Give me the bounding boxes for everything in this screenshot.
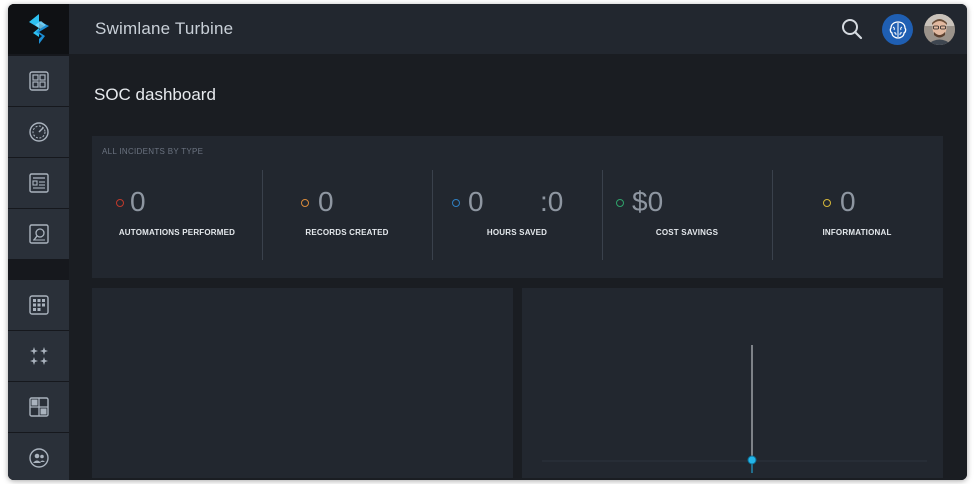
widget-panel-left: [92, 288, 513, 478]
stat-label: HOURS SAVED: [486, 228, 548, 237]
swimlane-logo-icon: [28, 14, 49, 44]
stat-value-secondary: :0: [540, 186, 564, 217]
user-avatar[interactable]: [924, 14, 955, 45]
stat-label: AUTOMATIONS PERFORMED: [118, 228, 236, 237]
apps-grid-icon: [28, 295, 49, 315]
users-icon: [28, 448, 49, 468]
sidebar-item-records[interactable]: [8, 158, 69, 208]
stat-records-created: 0 RECORDS CREATED: [262, 171, 432, 259]
sidebar-item-metrics[interactable]: [8, 107, 69, 157]
widget-panel-right: [522, 288, 943, 478]
stat-hours-saved: 0 :0 HOURS SAVED: [432, 171, 602, 259]
chart-area: [542, 345, 927, 473]
stat-value: 0: [840, 186, 856, 217]
page-title: SOC dashboard: [94, 85, 216, 104]
sidebar-item-users[interactable]: [8, 433, 69, 480]
sidebar-item-reports[interactable]: [8, 209, 69, 259]
app-window: Swimlane Turbine SOC dashboard ALL INCID…: [8, 4, 967, 480]
records-list-icon: [28, 173, 49, 193]
sidebar-item-workspaces[interactable]: [8, 382, 69, 432]
status-dot: [823, 199, 831, 207]
app-title: Swimlane Turbine: [95, 19, 234, 38]
stat-cost-savings: $0 COST SAVINGS: [602, 171, 772, 259]
workspace-layout-icon: [28, 397, 49, 417]
gauge-icon: [28, 122, 49, 142]
search-button[interactable]: [840, 17, 864, 41]
sparkle-icon: [29, 347, 48, 365]
incidents-section-label: ALL INCIDENTS BY TYPE: [102, 147, 204, 156]
stat-label: COST SAVINGS: [655, 228, 719, 237]
status-dot: [116, 199, 124, 207]
stat-value: 0: [130, 186, 146, 217]
dashboard-grid-icon: [28, 71, 49, 91]
report-search-icon: [28, 224, 49, 244]
chart-data-point[interactable]: [747, 455, 757, 465]
stat-label: RECORDS CREATED: [305, 228, 389, 237]
stat-value: 0: [468, 186, 484, 217]
sidebar-item-dashboards[interactable]: [8, 56, 69, 106]
stat-value: 0: [318, 186, 334, 217]
ai-assistant-button[interactable]: [882, 14, 913, 45]
sidebar: [8, 4, 69, 480]
sidebar-item-applications[interactable]: [8, 280, 69, 330]
stat-value: $0: [632, 186, 664, 217]
status-dot: [301, 199, 309, 207]
stat-automations-performed: 0 AUTOMATIONS PERFORMED: [92, 171, 262, 259]
brain-icon: [889, 20, 906, 39]
main-content: SOC dashboard ALL INCIDENTS BY TYPE 0 AU…: [69, 54, 967, 480]
swimlane-logo[interactable]: [8, 4, 69, 54]
search-icon: [842, 19, 863, 40]
incidents-widget: ALL INCIDENTS BY TYPE 0 AUTOMATIONS PERF…: [92, 136, 943, 278]
avatar-photo-icon: [924, 14, 955, 45]
sidebar-item-ai[interactable]: [8, 331, 69, 381]
top-bar: Swimlane Turbine: [69, 4, 967, 54]
status-dot: [452, 199, 460, 207]
status-dot: [616, 199, 624, 207]
stat-label: INFORMATIONAL: [822, 228, 892, 237]
stat-informational: 0 INFORMATIONAL: [772, 171, 942, 259]
